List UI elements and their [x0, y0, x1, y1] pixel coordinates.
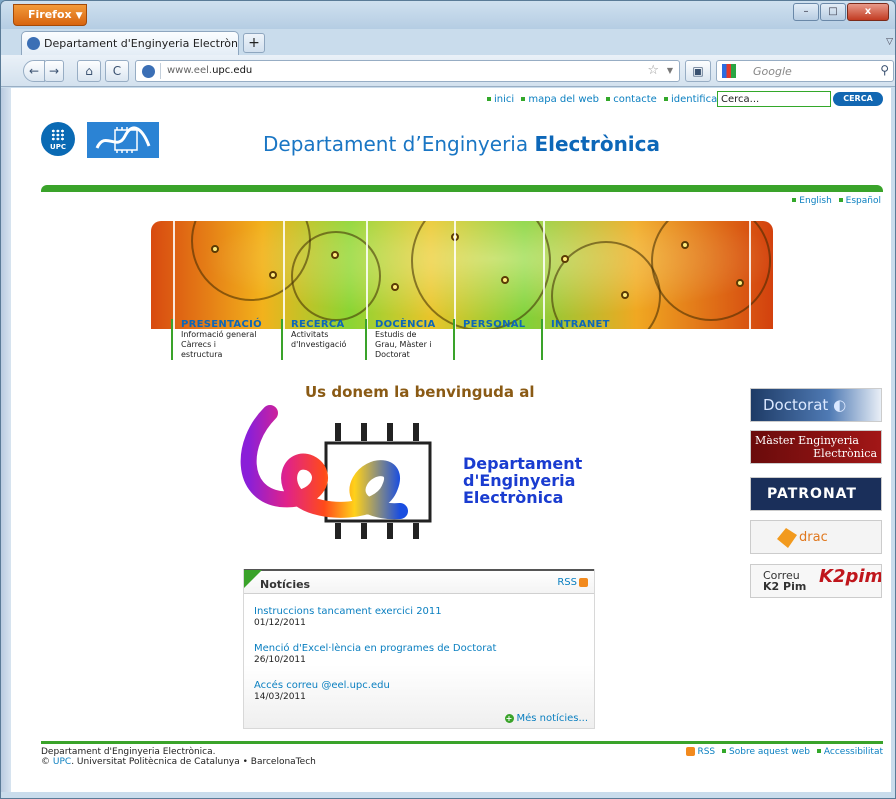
top-links: inici mapa del web contacte identifica't [483, 94, 724, 105]
header-divider [41, 185, 883, 192]
link-inici[interactable]: inici [494, 94, 514, 105]
nav-presentacio[interactable]: PRESENTACIÓ Informació general Càrrecs i… [171, 319, 281, 360]
link-contacte[interactable]: contacte [613, 94, 657, 105]
k2pim-banner[interactable]: Correu K2 Pim K2pim [750, 564, 882, 598]
home-icon: ⌂ [85, 64, 93, 78]
tab-title: Departament d'Enginyeria Electrònica —..… [44, 37, 238, 50]
circle-d-icon: ◐ [833, 396, 847, 414]
url-text: www.eel.upc.edu [167, 65, 253, 76]
eel-logo[interactable] [87, 122, 159, 158]
footer-rss-link[interactable]: RSS [697, 747, 715, 757]
site-title: Departament d’Enginyeria Electrònica [263, 132, 661, 156]
history-dropdown-icon[interactable]: ▼ [667, 66, 673, 75]
maximize-button[interactable]: □ [820, 3, 846, 21]
rss-icon [685, 747, 695, 756]
doctorat-banner[interactable]: Doctorat ◐ [750, 388, 882, 422]
browser-window: Firefox ▼ – □ x Departament d'Enginyeria … [0, 0, 896, 799]
more-news-link[interactable]: + Més notícies... [504, 713, 588, 724]
browser-search-bar[interactable]: Google ⚲ [716, 60, 894, 82]
forward-arrow-icon: → [48, 64, 60, 78]
minimize-button[interactable]: – [793, 3, 819, 21]
footer-text: Departament d'Enginyeria Electrònica. © … [41, 747, 316, 767]
url-bar[interactable]: www.eel.upc.edu ☆ ▼ [135, 60, 680, 82]
main-navigation: PRESENTACIÓ Informació general Càrrecs i… [171, 319, 631, 360]
search-engine-label: Google [753, 65, 792, 78]
drac-banner[interactable]: drac [750, 520, 882, 554]
k2pim-logo: K2pim [819, 566, 882, 587]
back-arrow-icon: ← [28, 64, 40, 78]
chevron-down-icon: ▼ [75, 11, 83, 21]
reload-button[interactable]: C [105, 60, 129, 82]
nav-recerca[interactable]: RECERCA Activitats d'Investigació [281, 319, 365, 360]
tab-strip: Departament d'Enginyeria Electrònica —..… [1, 29, 895, 55]
nav-personal[interactable]: PERSONAL [453, 319, 541, 360]
upc-logo[interactable]: UPC [41, 122, 75, 156]
site-globe-icon [142, 65, 155, 78]
eel-department-name: Departament d'Enginyeria Electrònica [463, 454, 583, 507]
rss-icon [579, 577, 588, 587]
navigation-toolbar: ← → ⌂ C www.eel.upc.edu ☆ ▼ ▣ Google ⚲ [1, 55, 895, 87]
news-title: Notícies [260, 578, 311, 591]
browser-tab[interactable]: Departament d'Enginyeria Electrònica —..… [21, 31, 239, 55]
footer-about-link[interactable]: Sobre aquest web [729, 747, 810, 757]
news-item[interactable]: Instruccions tancament exercici 2011 01/… [254, 606, 442, 628]
footer-links: RSS Sobre aquest web Accessibilitat [684, 747, 883, 757]
firefox-menu-button[interactable]: Firefox ▼ [13, 4, 87, 26]
patronat-banner[interactable]: PATRONAT [750, 477, 882, 511]
circuit-banner-image [151, 221, 773, 329]
globe-icon [27, 37, 40, 50]
search-icon[interactable]: ⚲ [880, 63, 889, 77]
google-icon [722, 64, 736, 78]
link-mapa-del-web[interactable]: mapa del web [528, 94, 599, 105]
forward-button[interactable]: → [44, 60, 64, 82]
puzzle-icon: ▣ [692, 64, 704, 78]
link-identificat[interactable]: identifica't [671, 94, 724, 105]
tab-list-icon[interactable]: ▽ [886, 37, 893, 47]
drac-arrow-icon [777, 528, 797, 548]
reload-icon: C [112, 64, 122, 78]
site-search-input[interactable] [717, 91, 831, 107]
bookmark-star-icon[interactable]: ☆ [647, 63, 659, 78]
window-controls: – □ x [793, 3, 889, 21]
back-button[interactable]: ← [23, 60, 45, 82]
extension-button[interactable]: ▣ [685, 60, 711, 82]
upc-link[interactable]: UPC [53, 757, 71, 767]
title-bar: Firefox ▼ – □ x [1, 1, 895, 29]
news-rss-link[interactable]: RSS [557, 577, 588, 588]
nav-docencia[interactable]: DOCÈNCIA Estudis de Grau, Màster i Docto… [365, 319, 453, 360]
news-item[interactable]: Menció d'Excel·lència en programes de Do… [254, 643, 496, 665]
search-button[interactable]: CERCA [833, 92, 883, 106]
link-english[interactable]: English [799, 196, 832, 206]
news-panel: Notícies RSS Instruccions tancament exer… [243, 569, 595, 729]
news-item[interactable]: Accés correu @eel.upc.edu 14/03/2011 [254, 680, 390, 702]
language-links: English Español [788, 196, 881, 206]
plus-icon: + [504, 714, 514, 723]
welcome-heading: Us donem la benvinguda al [305, 383, 535, 401]
new-tab-button[interactable]: + [243, 33, 265, 53]
home-button[interactable]: ⌂ [77, 60, 101, 82]
close-button[interactable]: x [847, 3, 889, 21]
web-page: inici mapa del web contacte identifica't… [11, 88, 891, 792]
link-espanol[interactable]: Español [846, 196, 881, 206]
master-banner[interactable]: Màster Enginyeria Electrònica [750, 430, 882, 464]
nav-intranet[interactable]: INTRANET [541, 319, 631, 360]
footer-accessibility-link[interactable]: Accessibilitat [824, 747, 883, 757]
